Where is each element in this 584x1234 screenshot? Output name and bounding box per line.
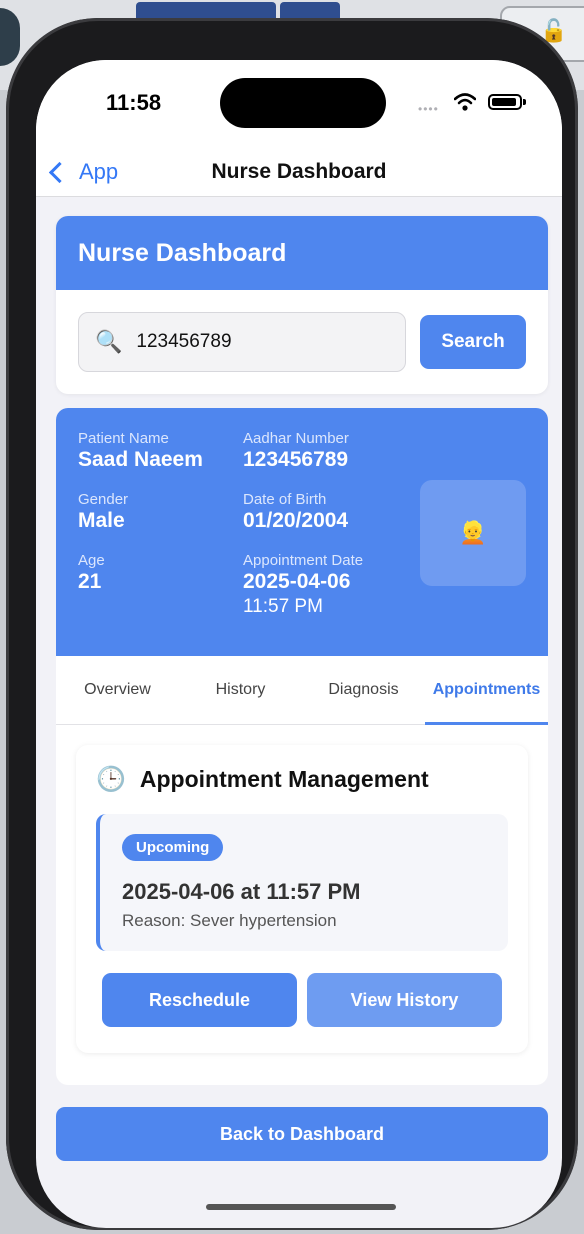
navigation-bar: Nurse Dashboard App xyxy=(36,150,562,197)
patient-card: Patient Name Saad Naeem Aadhar Number 12… xyxy=(56,408,548,1085)
dob-label: Date of Birth xyxy=(243,491,327,508)
appointment-date-label: Appointment Date xyxy=(243,552,364,569)
tab-diagnosis[interactable]: Diagnosis xyxy=(302,656,425,724)
dynamic-island xyxy=(220,78,386,128)
wifi-icon xyxy=(454,93,476,111)
aadhar-field: Aadhar Number 123456789 xyxy=(243,430,349,472)
search-card: Nurse Dashboard 🔍 Search xyxy=(56,216,548,394)
appointment-reason: Reason: Sever hypertension xyxy=(122,911,337,930)
appointment-date-value: 2025-04-06 xyxy=(243,570,351,593)
patient-name-field: Patient Name Saad Naeem xyxy=(78,430,203,472)
appointment-actions: Reschedule View History xyxy=(96,973,508,1027)
age-label: Age xyxy=(78,552,105,569)
search-button[interactable]: Search xyxy=(420,315,526,369)
status-bar: 11:58 •••• xyxy=(36,60,562,150)
avatar-icon: 👱 xyxy=(459,520,487,545)
dashboard-header: Nurse Dashboard xyxy=(56,216,548,290)
appointment-item: Upcoming 2025-04-06 at 11:57 PM Reason: … xyxy=(96,814,508,951)
appointment-datetime: 2025-04-06 at 11:57 PM xyxy=(122,879,361,904)
search-icon: 🔍 xyxy=(95,329,123,354)
search-input[interactable] xyxy=(134,330,339,354)
patient-name-label: Patient Name xyxy=(78,430,169,447)
signal-icon: •••• xyxy=(418,102,439,116)
view-history-button[interactable]: View History xyxy=(307,973,502,1027)
age-field: Age 21 xyxy=(78,552,105,594)
appointment-time-value: 11:57 PM xyxy=(243,596,323,617)
back-label: App xyxy=(79,159,119,184)
patient-name-value: Saad Naeem xyxy=(78,448,203,471)
avatar: 👱 xyxy=(420,480,526,586)
reschedule-button[interactable]: Reschedule xyxy=(102,973,297,1027)
battery-cap xyxy=(523,99,526,105)
appointment-title: Appointment Management xyxy=(139,766,429,792)
clock-icon: 🕒 xyxy=(96,766,126,793)
home-indicator xyxy=(206,1204,396,1210)
gender-field: Gender Male xyxy=(78,491,128,533)
chevron-left-icon xyxy=(48,161,71,183)
patient-info: Patient Name Saad Naeem Aadhar Number 12… xyxy=(56,408,548,656)
dob-value: 01/20/2004 xyxy=(243,509,349,532)
appointment-date-field: Appointment Date 2025-04-06 11:57 PM xyxy=(243,552,363,618)
appointment-title-row: 🕒 Appointment Management xyxy=(96,765,508,794)
age-value: 21 xyxy=(78,570,102,593)
aadhar-value: 123456789 xyxy=(243,448,349,471)
back-to-dashboard-button[interactable]: Back to Dashboard xyxy=(56,1107,548,1161)
search-row: 🔍 Search xyxy=(56,290,548,394)
phone-screen: 11:58 •••• Nurse Dashboard App Nurse Das… xyxy=(36,60,562,1228)
main-content: Nurse Dashboard 🔍 Search Patient Name Sa… xyxy=(56,196,548,1161)
tab-appointments[interactable]: Appointments xyxy=(425,656,548,725)
tab-bar: Overview History Diagnosis Appointments xyxy=(56,656,548,725)
phone-frame: 11:58 •••• Nurse Dashboard App Nurse Das… xyxy=(6,18,578,1230)
status-time: 11:58 xyxy=(106,90,162,115)
gender-value: Male xyxy=(78,509,125,532)
search-box[interactable]: 🔍 xyxy=(78,312,406,372)
back-button[interactable]: App xyxy=(46,150,118,194)
tab-history[interactable]: History xyxy=(179,656,302,724)
tab-overview[interactable]: Overview xyxy=(56,656,179,724)
dob-field: Date of Birth 01/20/2004 xyxy=(243,491,348,533)
status-badge: Upcoming xyxy=(122,834,224,861)
appointments-panel: 🕒 Appointment Management Upcoming 2025-0… xyxy=(56,725,548,1085)
battery-icon xyxy=(488,94,522,110)
aadhar-label: Aadhar Number xyxy=(243,430,349,447)
gender-label: Gender xyxy=(78,491,129,508)
appointment-management-card: 🕒 Appointment Management Upcoming 2025-0… xyxy=(76,745,528,1053)
